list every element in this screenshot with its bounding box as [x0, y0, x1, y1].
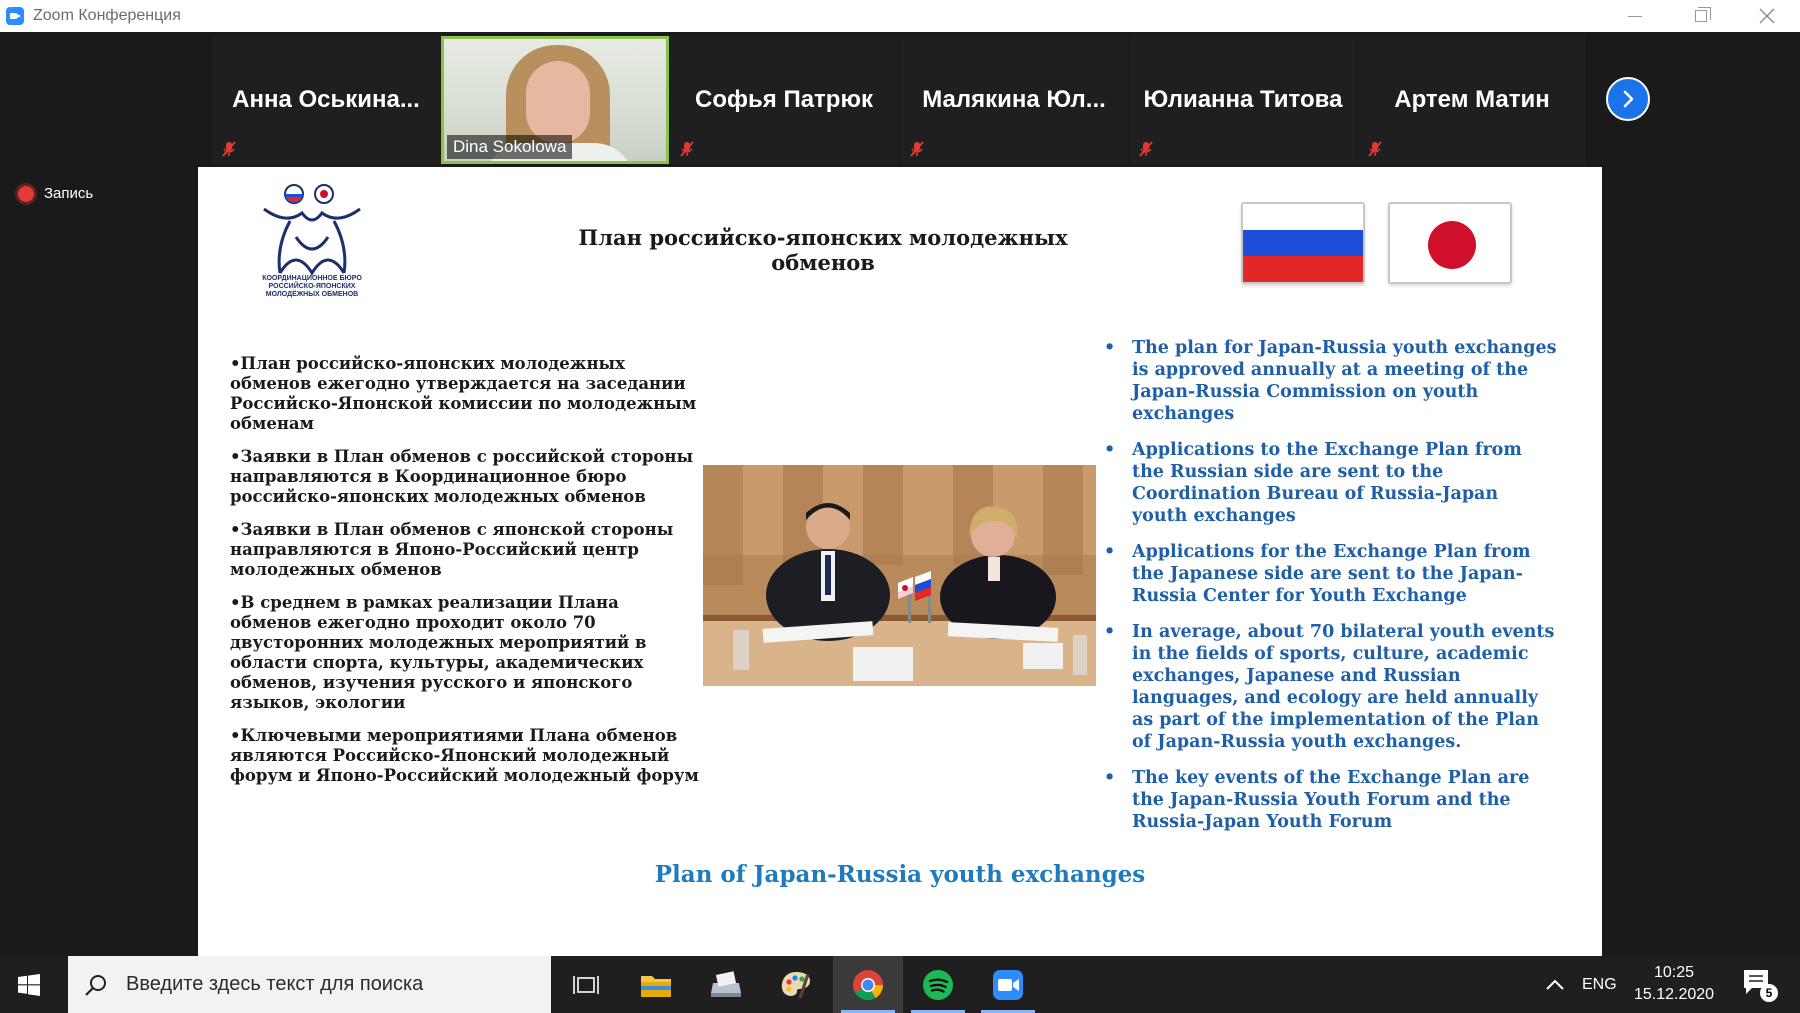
en-bullet: Applications for the Exchange Plan from …	[1104, 541, 1559, 607]
restore-icon	[1695, 7, 1711, 22]
taskbar-clock[interactable]: 10:25 15.12.2020	[1624, 962, 1724, 1006]
en-bullet: Applications to the Exchange Plan from t…	[1104, 439, 1559, 527]
russia-flag	[1241, 202, 1365, 284]
mic-muted-icon	[1368, 141, 1382, 157]
participant-name: Dina Sokolowa	[447, 135, 573, 159]
en-bullet: The key events of the Exchange Plan are …	[1104, 767, 1559, 833]
ru-bullet: •Заявки в План обменов с российской стор…	[230, 447, 694, 506]
mic-muted-icon	[1139, 141, 1153, 157]
next-participants-button[interactable]	[1606, 77, 1650, 121]
participant-name: Артем Матин	[1394, 86, 1550, 113]
chrome-icon	[853, 969, 883, 1000]
close-icon	[1759, 8, 1775, 24]
windows-taskbar: Введите здесь текст для поиска ENG 10:25…	[0, 956, 1800, 1013]
search-placeholder: Введите здесь текст для поиска	[126, 973, 424, 995]
chevron-right-icon	[1623, 90, 1634, 108]
window-title: Zoom Конференция	[33, 7, 181, 24]
minimize-icon	[1628, 15, 1642, 17]
task-view-icon	[573, 975, 599, 994]
task-view-button[interactable]	[551, 956, 621, 1013]
folder-icon	[641, 975, 671, 997]
ru-bullet: •План российско-японских молодежных обме…	[230, 354, 697, 433]
record-dot-icon	[18, 185, 34, 202]
mic-muted-icon	[222, 141, 236, 157]
participant-tile[interactable]: Юлианна Титова	[1129, 36, 1357, 164]
recording-indicator[interactable]: Запись	[18, 185, 93, 202]
mic-muted-icon	[680, 141, 694, 157]
ru-bullet: •В среднем в рамках реализации Плана обм…	[230, 593, 647, 712]
recording-label: Запись	[44, 185, 94, 202]
participant-name: Анна Оськина...	[232, 86, 420, 113]
palette-icon	[781, 971, 810, 998]
restore-button[interactable]	[1668, 0, 1734, 32]
participant-tile-active-video[interactable]: Dina Sokolowa	[441, 36, 669, 164]
notification-count-badge: 5	[1760, 984, 1778, 1002]
english-bullet-list: The plan for Japan-Russia youth exchange…	[1104, 337, 1559, 847]
slide-title: План российско-японских молодежных обмен…	[578, 225, 1068, 275]
minimize-button[interactable]	[1602, 0, 1668, 32]
clock-time: 10:25	[1653, 964, 1695, 981]
paint-app-button[interactable]	[761, 956, 831, 1013]
shared-screen-slide: КООРДИНАЦИОННОЕ БЮРО РОССИЙСКО-ЯПОНСКИХ …	[198, 167, 1602, 956]
chevron-up-icon	[1546, 979, 1564, 990]
file-explorer-button[interactable]	[621, 956, 691, 1013]
zoom-app-icon	[6, 7, 24, 25]
clock-date: 15.12.2020	[1633, 986, 1715, 1003]
window-controls	[1602, 0, 1800, 32]
input-language-indicator[interactable]: ENG	[1582, 956, 1617, 1013]
zoom-icon	[993, 969, 1023, 1000]
slide-footer-title: Plan of Japan-Russia youth exchanges	[654, 861, 1146, 888]
zoom-app-button[interactable]	[973, 956, 1043, 1013]
participant-strip: Анна Оськина... Dina Sokolowa Софья Патр…	[0, 32, 1800, 167]
en-bullet: The plan for Japan-Russia youth exchange…	[1104, 337, 1559, 425]
participant-tile[interactable]: Софья Патрюк	[670, 36, 898, 164]
participant-name: Софья Патрюк	[695, 86, 873, 113]
participant-tile[interactable]: Анна Оськина...	[212, 36, 440, 164]
ru-bullet: •Заявки в План обменов с японской сторон…	[230, 520, 674, 579]
participant-name: Юлианна Титова	[1143, 86, 1343, 113]
close-button[interactable]	[1734, 0, 1800, 32]
logo-caption: КООРДИНАЦИОННОЕ БЮРО РОССИЙСКО-ЯПОНСКИХ …	[262, 275, 362, 298]
russian-bullet-list: •План российско-японских молодежных обме…	[230, 354, 700, 799]
spotify-icon	[923, 969, 953, 1000]
participant-tile[interactable]: Артем Матин	[1358, 36, 1586, 164]
scanner-app-button[interactable]	[691, 956, 761, 1013]
tray-overflow-button[interactable]	[1545, 956, 1565, 1013]
title-bar: Zoom Конференция	[0, 0, 1800, 32]
ru-bullet: •Ключевыми мероприятиями Плана обменов я…	[230, 726, 699, 785]
windows-start-icon[interactable]	[18, 974, 40, 996]
signing-ceremony-photo	[703, 465, 1096, 686]
japan-flag	[1388, 202, 1512, 284]
mic-muted-icon	[910, 141, 924, 157]
en-bullet: In average, about 70 bilateral youth eve…	[1104, 621, 1559, 753]
spotify-app-button[interactable]	[903, 956, 973, 1013]
search-icon	[85, 974, 106, 996]
action-center-button[interactable]: 5	[1742, 968, 1778, 1002]
taskbar-search-box[interactable]: Введите здесь текст для поиска	[68, 956, 551, 1013]
scanner-icon	[711, 970, 741, 997]
participant-name: Малякина Юл...	[922, 86, 1106, 113]
participant-tile[interactable]: Малякина Юл...	[900, 36, 1128, 164]
chrome-app-button[interactable]	[833, 956, 903, 1013]
